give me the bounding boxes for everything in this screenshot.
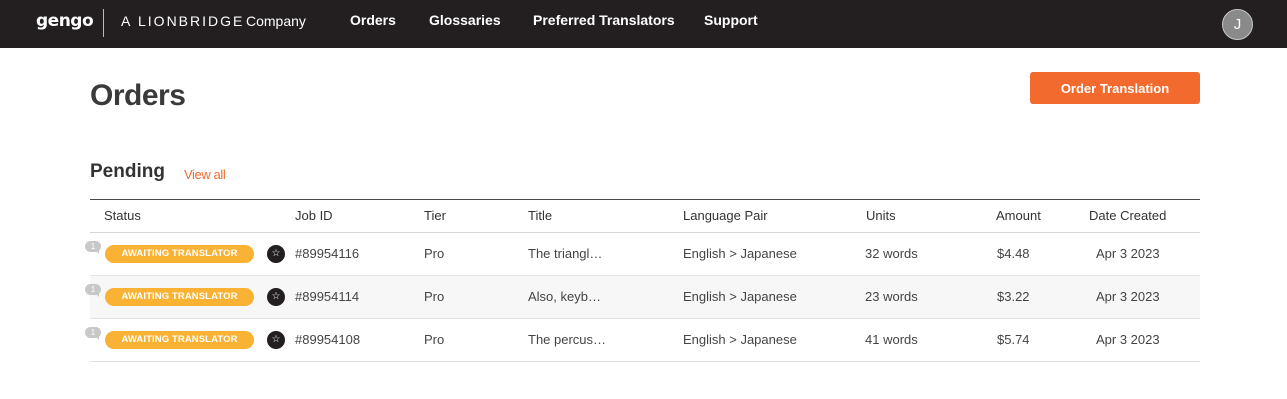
gengo-logo[interactable]: gengo [36, 11, 94, 31]
date-created: Apr 3 2023 [1096, 289, 1160, 304]
nav-support[interactable]: Support [704, 12, 758, 28]
page-title: Orders [90, 79, 186, 112]
units: 23 words [865, 289, 918, 304]
column-header-title: Title [528, 208, 553, 223]
units: 41 words [865, 332, 918, 347]
column-header-amount: Amount [996, 208, 1041, 223]
lionbridge-prefix: A [121, 13, 131, 29]
date-created: Apr 3 2023 [1096, 332, 1160, 347]
column-header-job-id: Job ID [295, 208, 333, 223]
table-header: Status Job ID Tier Title Language Pair U… [90, 199, 1200, 233]
logo-divider [103, 9, 104, 37]
units: 32 words [865, 246, 918, 261]
status-badge: AWAITING TRANSLATOR [105, 331, 254, 349]
star-icon[interactable]: ☆ [267, 288, 285, 306]
pending-section-title: Pending [90, 161, 165, 182]
nav-orders[interactable]: Orders [350, 12, 396, 28]
comment-icon[interactable]: 1 [85, 284, 101, 297]
tier: Pro [424, 289, 445, 304]
status-badge: AWAITING TRANSLATOR [105, 288, 254, 306]
table-row[interactable]: 1 AWAITING TRANSLATOR ☆ #89954116 Pro Th… [85, 233, 1200, 276]
user-avatar[interactable]: J [1222, 9, 1253, 40]
nav-preferred-translators[interactable]: Preferred Translators [533, 12, 675, 28]
column-header-language-pair: Language Pair [683, 208, 768, 223]
date-created: Apr 3 2023 [1096, 246, 1160, 261]
comment-icon[interactable]: 1 [85, 241, 101, 254]
nav-glossaries[interactable]: Glossaries [429, 12, 501, 28]
amount: $4.48 [997, 246, 1030, 261]
job-id[interactable]: #89954116 [295, 246, 359, 261]
column-header-units: Units [866, 208, 896, 223]
comment-icon[interactable]: 1 [85, 327, 101, 340]
table-row[interactable]: 1 AWAITING TRANSLATOR ☆ #89954114 Pro Al… [85, 276, 1200, 319]
job-title: Also, keyb… [528, 289, 601, 304]
table-row[interactable]: 1 AWAITING TRANSLATOR ☆ #89954108 Pro Th… [85, 319, 1200, 362]
tier: Pro [424, 332, 445, 347]
job-id[interactable]: #89954108 [295, 332, 360, 347]
amount: $5.74 [997, 332, 1030, 347]
amount: $3.22 [997, 289, 1030, 304]
job-id[interactable]: #89954114 [295, 289, 359, 304]
job-title: The triangl… [528, 246, 603, 261]
column-header-date-created: Date Created [1089, 208, 1167, 223]
column-header-tier: Tier [424, 208, 446, 223]
language-pair: English > Japanese [683, 289, 797, 304]
lionbridge-brand: LIONBRIDGE [138, 13, 245, 29]
star-icon[interactable]: ☆ [267, 331, 285, 349]
status-badge: AWAITING TRANSLATOR [105, 245, 254, 263]
star-icon[interactable]: ☆ [267, 245, 285, 263]
pending-orders-table: Status Job ID Tier Title Language Pair U… [85, 199, 1200, 362]
job-title: The percus… [528, 332, 607, 347]
language-pair: English > Japanese [683, 246, 797, 261]
top-navigation-bar: gengo A LIONBRIDGE Company Orders Glossa… [0, 0, 1287, 48]
language-pair: English > Japanese [683, 332, 797, 347]
tier: Pro [424, 246, 445, 261]
column-header-status: Status [104, 208, 141, 223]
view-all-link[interactable]: View all [184, 167, 226, 182]
lionbridge-company: Company [246, 13, 306, 29]
order-translation-button[interactable]: Order Translation [1030, 72, 1200, 104]
